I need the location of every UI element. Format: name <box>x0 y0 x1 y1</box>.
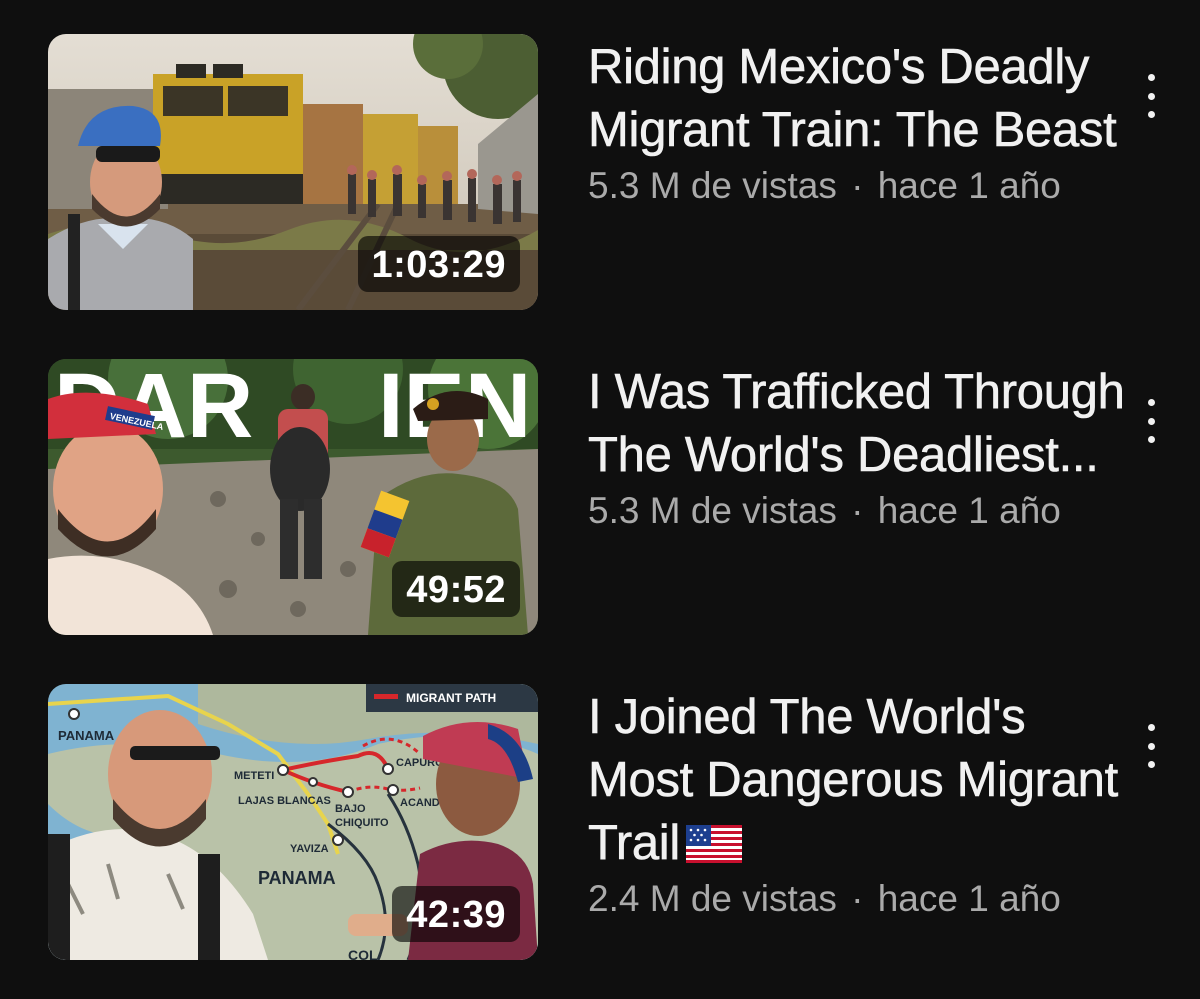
map-label: BAJO <box>335 803 366 815</box>
video-stats: 5.3 M de vistas · hace 1 año <box>588 164 1128 208</box>
map-label: COL <box>348 947 378 960</box>
more-vert-icon-dot <box>1147 111 1155 118</box>
upload-age: hace 1 año <box>877 490 1061 531</box>
video-item[interactable]: 1:03:29 Riding Mexico's Deadly Migrant T… <box>0 34 1200 314</box>
video-stats: 2.4 M de vistas · hace 1 año <box>588 877 1128 921</box>
separator: · <box>851 490 864 531</box>
separator: · <box>851 165 864 206</box>
video-item[interactable]: DAR IEN VENEZUELA 49:52 I Was <box>0 359 1200 639</box>
video-title[interactable]: I Joined The World's Most Dangerous Migr… <box>588 686 1128 875</box>
video-meta: Riding Mexico's Deadly Migrant Train: Th… <box>588 36 1128 208</box>
video-stats: 5.3 M de vistas · hace 1 año <box>588 489 1128 533</box>
upload-age: hace 1 año <box>877 165 1061 206</box>
more-vert-icon-dot <box>1147 417 1155 425</box>
more-vert-icon-dot <box>1147 92 1155 100</box>
map-label: LAJAS BLANCAS <box>238 795 331 807</box>
video-title[interactable]: I Was Trafficked Through The World's Dea… <box>588 361 1128 487</box>
more-options-button[interactable] <box>1138 399 1164 443</box>
video-meta: I Joined The World's Most Dangerous Migr… <box>588 686 1128 921</box>
video-duration: 42:39 <box>392 886 520 942</box>
video-duration: 1:03:29 <box>357 236 520 292</box>
map-legend-label: MIGRANT PATH <box>406 691 496 705</box>
map-label: CHIQUITO <box>335 817 389 829</box>
map-label: YAVIZA <box>290 843 329 855</box>
more-vert-icon-dot <box>1147 742 1155 750</box>
more-vert-icon-dot <box>1147 399 1155 406</box>
more-options-button[interactable] <box>1138 74 1164 118</box>
map-label: METETI <box>234 770 274 782</box>
video-thumbnail[interactable]: DAR IEN VENEZUELA 49:52 <box>48 359 538 635</box>
video-thumbnail[interactable]: 1:03:29 <box>48 34 538 310</box>
map-label: PANAMA <box>258 868 336 888</box>
more-vert-icon-dot <box>1147 724 1155 731</box>
more-vert-icon-dot <box>1147 761 1155 768</box>
more-options-button[interactable] <box>1138 724 1164 768</box>
map-label: ACAND <box>400 797 440 809</box>
us-flag-icon <box>685 825 742 863</box>
more-vert-icon-dot <box>1147 436 1155 443</box>
video-thumbnail[interactable]: MIGRANT PATH PANAMA METETI LAJAS BLANCAS… <box>48 684 538 960</box>
view-count: 5.3 M de vistas <box>588 165 837 206</box>
video-duration: 49:52 <box>392 561 520 617</box>
more-vert-icon-dot <box>1147 74 1155 81</box>
map-label: PANAMA <box>58 728 115 743</box>
video-title-text: I Joined The World's Most Dangerous Migr… <box>588 690 1119 871</box>
separator: · <box>851 878 864 919</box>
video-meta: I Was Trafficked Through The World's Dea… <box>588 361 1128 533</box>
video-title[interactable]: Riding Mexico's Deadly Migrant Train: Th… <box>588 36 1128 162</box>
upload-age: hace 1 año <box>877 878 1061 919</box>
view-count: 5.3 M de vistas <box>588 490 837 531</box>
view-count: 2.4 M de vistas <box>588 878 837 919</box>
video-item[interactable]: MIGRANT PATH PANAMA METETI LAJAS BLANCAS… <box>0 684 1200 964</box>
